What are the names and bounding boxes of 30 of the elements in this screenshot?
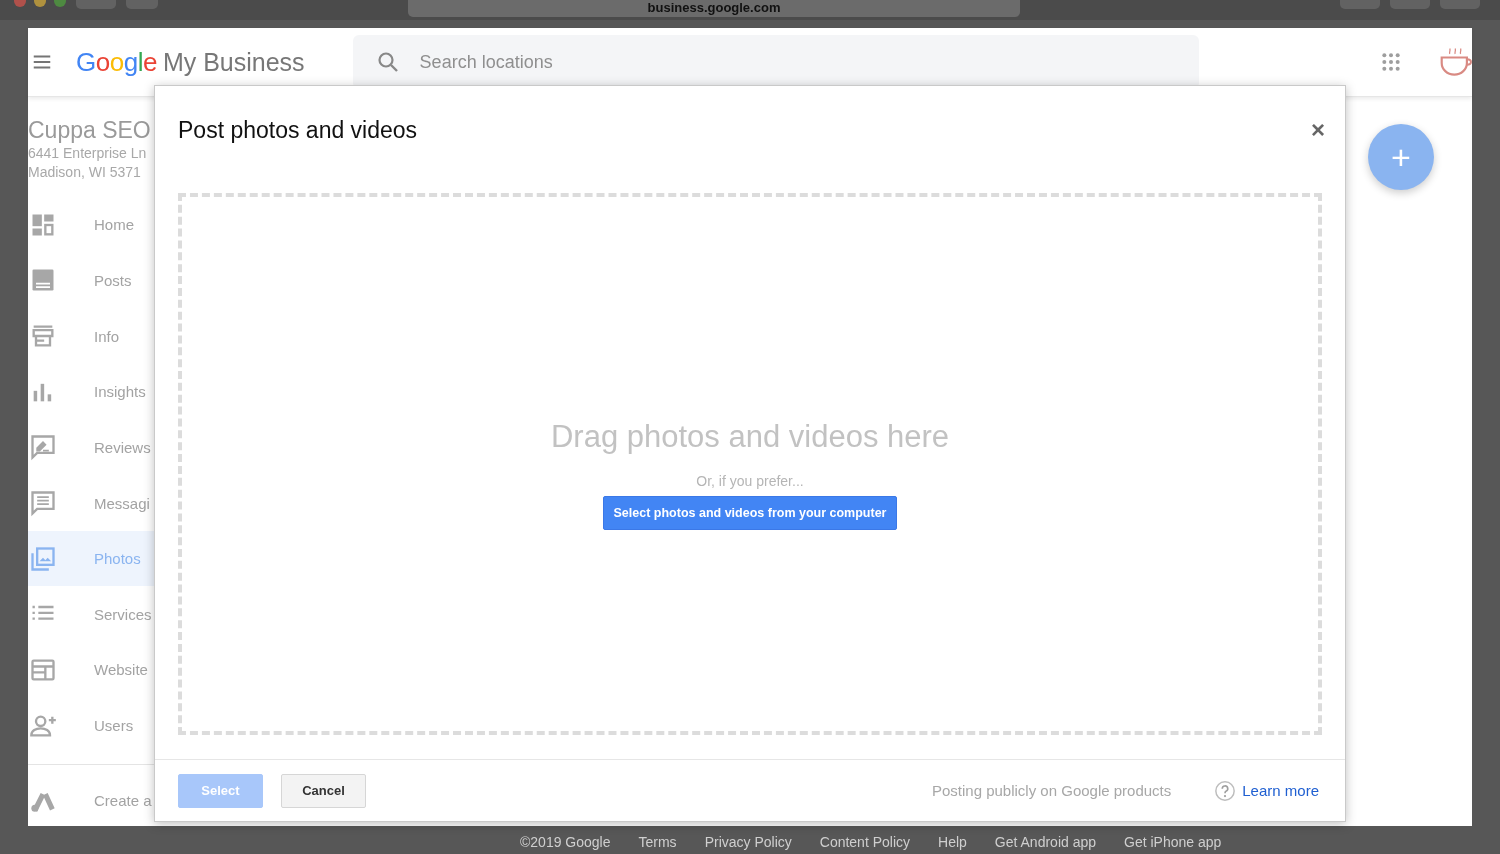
select-files-button[interactable]: Select photos and videos from your computer [602, 495, 898, 530]
close-button[interactable]: × [1311, 116, 1325, 144]
help-icon [1214, 779, 1237, 802]
address-line: 6441 Enterprise Ln [28, 144, 147, 163]
product-name: My Business [162, 47, 305, 77]
google-logo[interactable]: Google [76, 46, 157, 78]
address-line: Madison, WI 5371 [28, 163, 141, 182]
cup-icon [1439, 46, 1475, 78]
messaging-icon [29, 489, 57, 517]
posting-notice: Posting publicly on Google products [931, 782, 1172, 799]
footer-link[interactable]: Get Android app [994, 834, 1097, 850]
apps-icon [1381, 52, 1401, 72]
footer-link[interactable]: Help [938, 834, 967, 850]
footer-link[interactable]: Content Policy [819, 834, 911, 850]
footer-link[interactable]: Privacy Policy [704, 834, 792, 850]
drop-hint: Or, if you prefer... [696, 472, 804, 489]
address-bar[interactable]: business.google.com [408, 0, 1020, 17]
drop-heading: Drag photos and videos here [550, 418, 950, 455]
reviews-icon [29, 433, 57, 462]
add-button[interactable]: + [1368, 124, 1434, 190]
drop-zone[interactable]: Drag photos and videos here Or, if you prefer... Select photos and videos from your computer [178, 193, 1322, 735]
business-name: Cuppa SEO [28, 117, 151, 144]
footer-link[interactable]: Get iPhone app [1124, 834, 1222, 850]
learn-more-link[interactable]: Learn more [1242, 782, 1319, 799]
footer-link[interactable]: Terms [638, 834, 677, 850]
cancel-button[interactable]: Cancel [281, 773, 366, 808]
search-icon [375, 50, 400, 74]
footer-link[interactable]: ©2019 Google [520, 834, 611, 850]
photos-icon [29, 544, 57, 573]
dialog-title: Post photos and videos [178, 116, 418, 144]
